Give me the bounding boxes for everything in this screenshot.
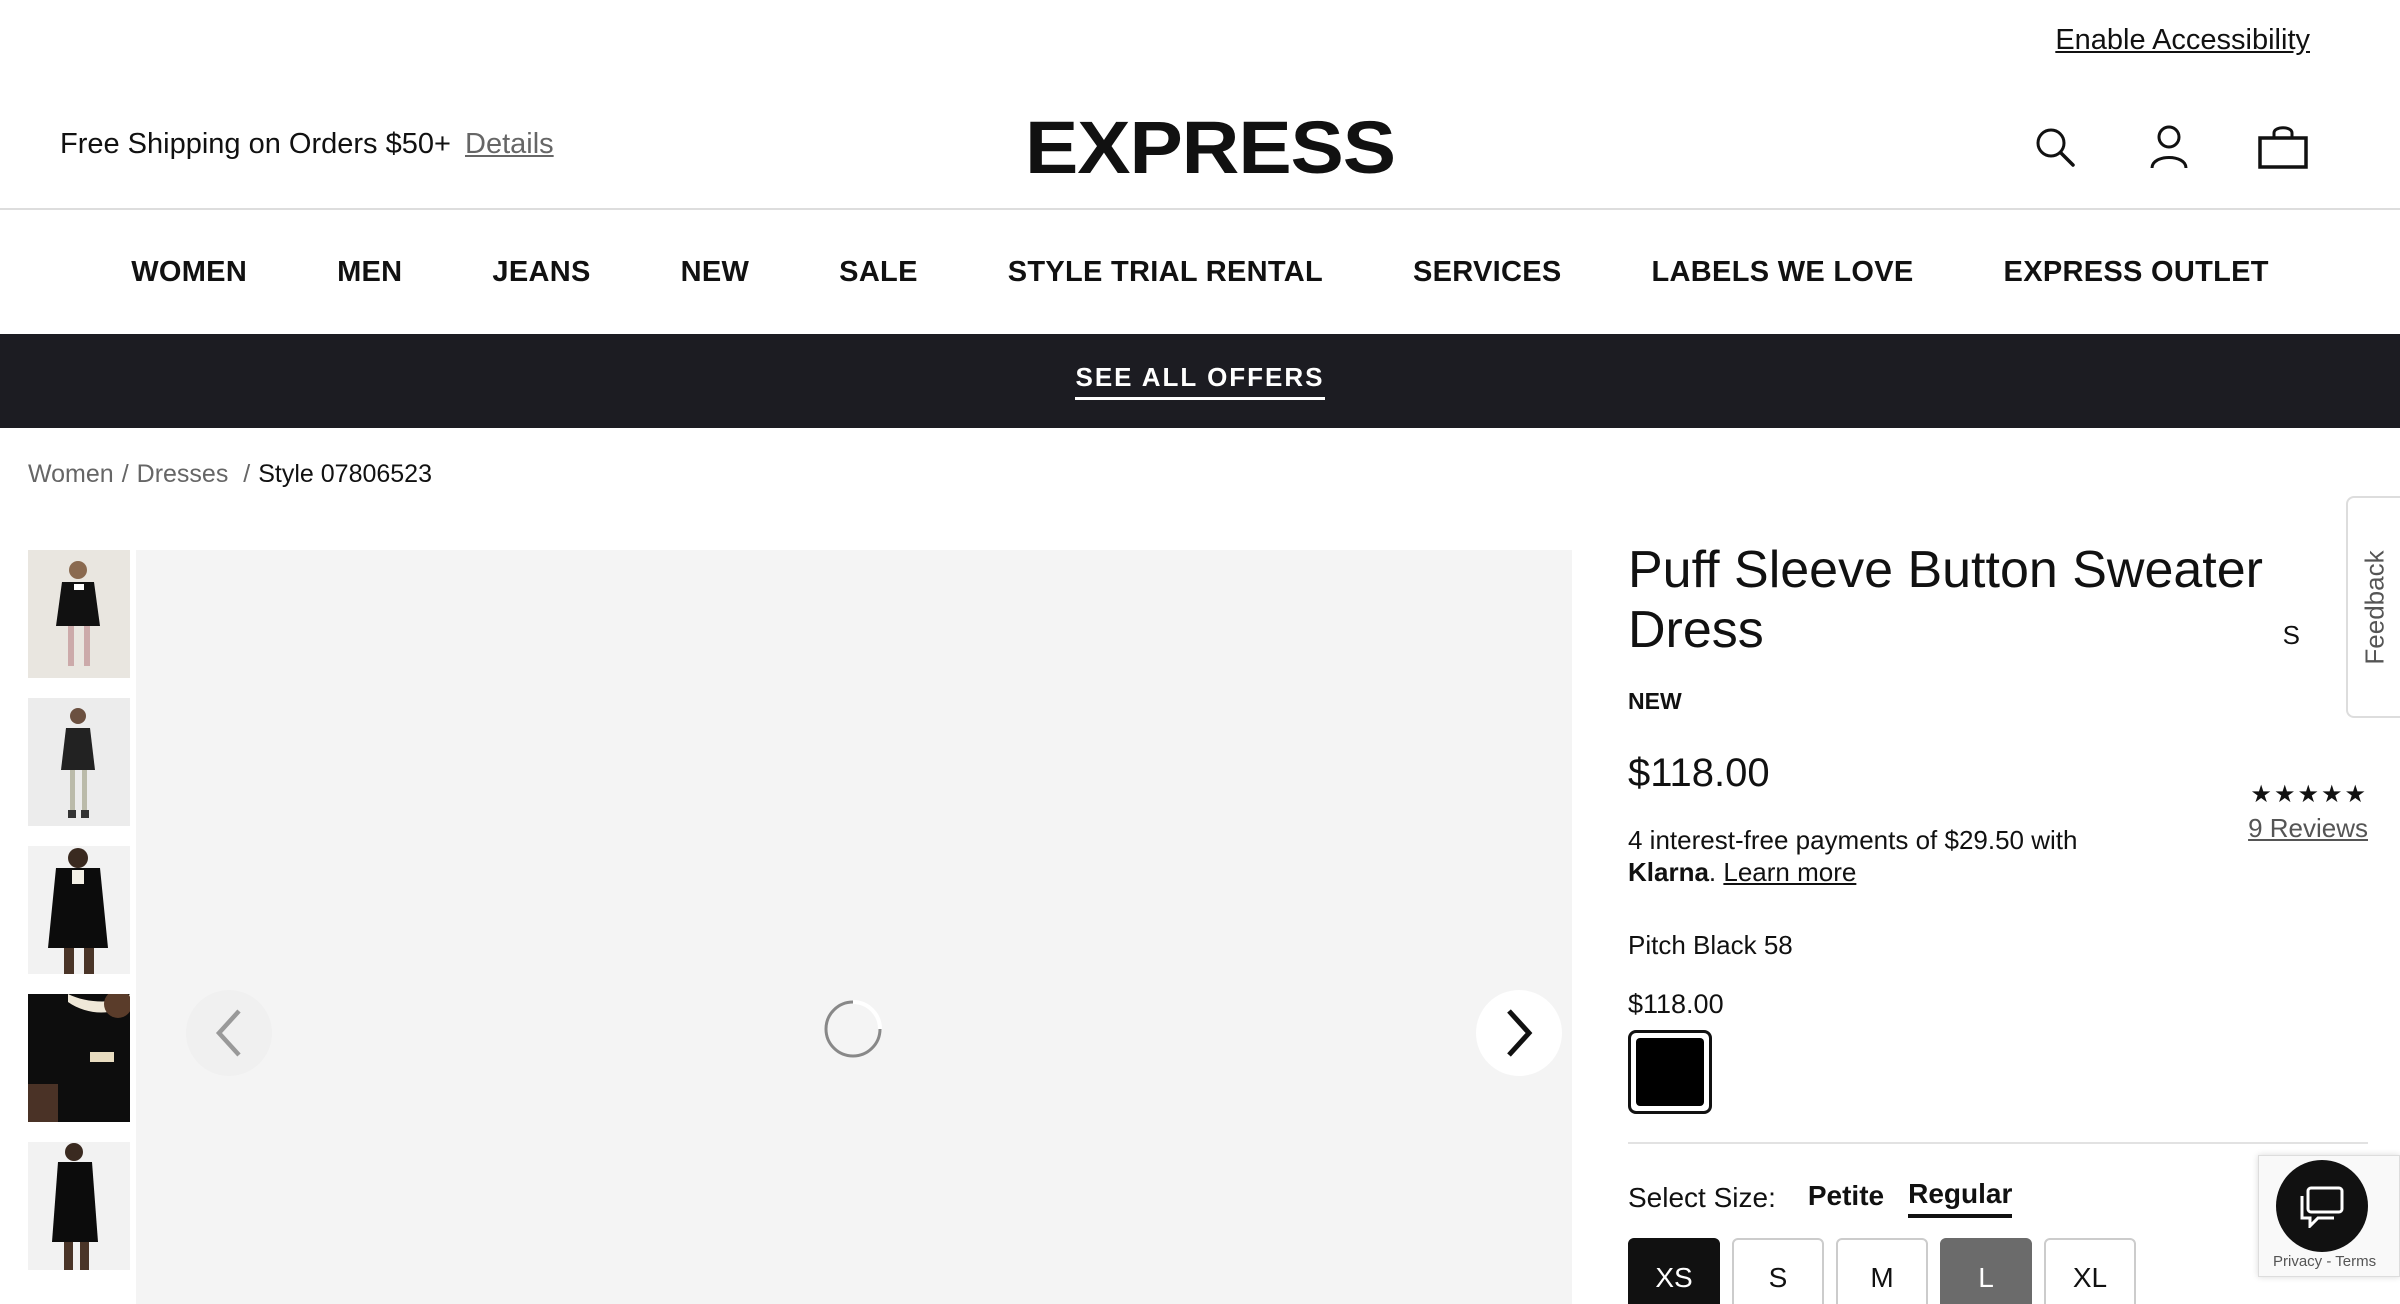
- shipping-promo: Free Shipping on Orders $50+ Details: [60, 128, 554, 161]
- product-thumbnail[interactable]: [28, 846, 130, 974]
- offers-bar: SEE ALL OFFERS: [0, 334, 2400, 428]
- size-button-xs[interactable]: XS: [1628, 1238, 1720, 1304]
- search-icon[interactable]: [2028, 120, 2082, 174]
- nav-item-new[interactable]: NEW: [681, 256, 750, 289]
- bag-icon[interactable]: [2256, 120, 2310, 174]
- enable-accessibility-link[interactable]: Enable Accessibility: [2055, 24, 2310, 57]
- select-size-label: Select Size:: [1628, 1182, 1776, 1213]
- loading-spinner-icon: [824, 1000, 882, 1058]
- nav-item-women[interactable]: WOMEN: [131, 256, 247, 289]
- feedback-tab[interactable]: Feedback: [2346, 496, 2400, 718]
- rating-stars-icon: ★★★★★: [2250, 781, 2368, 808]
- feedback-label: Feedback: [2359, 549, 2390, 665]
- size-button-m[interactable]: M: [1836, 1238, 1928, 1304]
- size-button-xl[interactable]: XL: [2044, 1238, 2136, 1304]
- klarna-learn-more-link[interactable]: Learn more: [1723, 857, 1856, 887]
- main-nav: WOMEN MEN JEANS NEW SALE STYLE TRIAL REN…: [0, 210, 2400, 334]
- site-header: Free Shipping on Orders $50+ Details EXP…: [0, 100, 2400, 210]
- nav-item-labels-we-love[interactable]: LABELS WE LOVE: [1652, 256, 1914, 289]
- swatch-fill: [1636, 1038, 1704, 1106]
- product-thumbnail[interactable]: [28, 698, 130, 826]
- next-image-button[interactable]: [1476, 990, 1562, 1076]
- header-icons: [2028, 120, 2310, 174]
- product-thumbnail[interactable]: [28, 994, 130, 1122]
- klarna-text: 4 interest-free payments of $29.50 with: [1628, 825, 2078, 855]
- color-name: Pitch Black 58: [1628, 930, 1793, 960]
- fit-tab-petite[interactable]: Petite: [1808, 1180, 1884, 1216]
- klarna-period: .: [1708, 857, 1724, 887]
- fit-tab-regular[interactable]: Regular: [1908, 1178, 2013, 1218]
- product-thumbnail[interactable]: [28, 1142, 130, 1270]
- size-fit-selector: Select Size: Petite Regular: [1628, 1178, 2368, 1218]
- nav-item-express-outlet[interactable]: EXPRESS OUTLET: [2004, 256, 2269, 289]
- color-price: $118.00: [1628, 989, 1724, 1019]
- color-swatch-pitch-black[interactable]: [1628, 1030, 1712, 1114]
- nav-item-men[interactable]: MEN: [337, 256, 402, 289]
- shipping-details-link[interactable]: Details: [465, 128, 554, 160]
- chat-icon: [2300, 1186, 2344, 1228]
- main-product-image: [136, 550, 1572, 1304]
- breadcrumb-dresses[interactable]: Dresses: [137, 460, 229, 489]
- size-options: XS S M L XL: [1628, 1238, 2368, 1304]
- product-title: Puff Sleeve Button Sweater Dress: [1628, 541, 2263, 659]
- klarna-logo: Klarna: [1628, 857, 1709, 887]
- chat-button[interactable]: [2276, 1160, 2368, 1252]
- product-details: Puff Sleeve Button Sweater Dress NEW $11…: [1628, 540, 2368, 1304]
- recaptcha-terms[interactable]: Privacy - Terms: [2273, 1253, 2376, 1270]
- product-thumbnail[interactable]: [28, 550, 130, 678]
- divider: [1628, 1142, 2368, 1144]
- account-icon[interactable]: [2142, 120, 2196, 174]
- size-guide-link-partial[interactable]: S: [2283, 620, 2300, 651]
- breadcrumb-separator: /: [121, 460, 129, 488]
- thumbnail-list: [28, 550, 130, 1290]
- size-button-l[interactable]: L: [1940, 1238, 2032, 1304]
- breadcrumb-women[interactable]: Women: [28, 460, 114, 489]
- express-logo[interactable]: EXPRESS: [1025, 105, 1396, 190]
- nav-item-sale[interactable]: SALE: [839, 256, 918, 289]
- shipping-promo-text: Free Shipping on Orders $50+: [60, 128, 451, 160]
- breadcrumb-separator: /: [236, 460, 251, 488]
- breadcrumb: Women / Dresses / Style 07806523: [28, 460, 432, 489]
- rating: ★★★★★ 9 Reviews: [2248, 780, 2368, 844]
- previous-image-button[interactable]: [186, 990, 272, 1076]
- see-all-offers-link[interactable]: SEE ALL OFFERS: [1075, 362, 1325, 400]
- nav-item-style-trial-rental[interactable]: STYLE TRIAL RENTAL: [1008, 256, 1323, 289]
- nav-item-services[interactable]: SERVICES: [1413, 256, 1562, 289]
- reviews-link[interactable]: 9 Reviews: [2248, 813, 2368, 844]
- size-button-s[interactable]: S: [1732, 1238, 1824, 1304]
- nav-item-jeans[interactable]: JEANS: [492, 256, 590, 289]
- breadcrumb-current: Style 07806523: [258, 460, 432, 488]
- new-badge: NEW: [1628, 688, 1682, 714]
